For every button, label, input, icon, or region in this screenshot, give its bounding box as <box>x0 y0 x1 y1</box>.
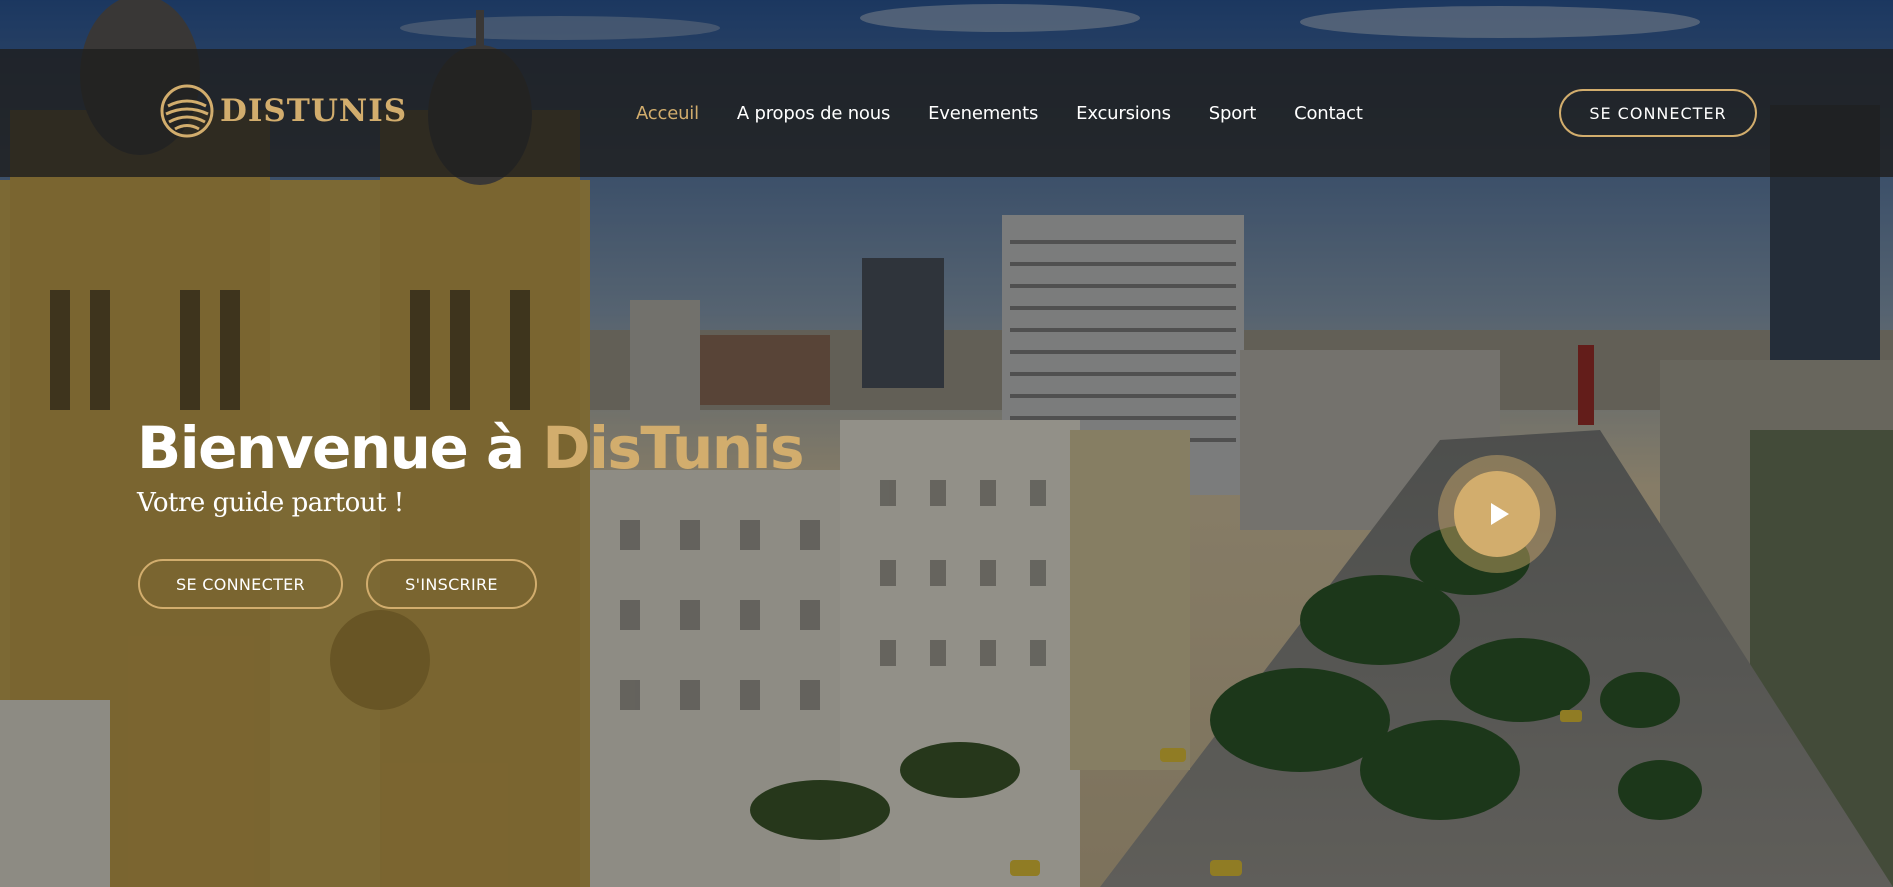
hero-title-accent: DisTunis <box>542 414 804 482</box>
play-icon <box>1491 503 1509 525</box>
brand-name: DISTUNIS <box>220 93 408 129</box>
main-nav: Acceuil A propos de nous Evenements Excu… <box>636 49 1401 177</box>
play-button-circle[interactable] <box>1454 471 1540 557</box>
hero-register-button[interactable]: S'INSCRIRE <box>366 559 537 609</box>
nav-item-contact[interactable]: Contact <box>1294 103 1363 124</box>
nav-item-a-propos[interactable]: A propos de nous <box>737 103 890 124</box>
nav-item-acceuil[interactable]: Acceuil <box>636 103 699 124</box>
logo-mark-icon <box>160 84 214 138</box>
nav-item-sport[interactable]: Sport <box>1209 103 1257 124</box>
nav-item-excursions[interactable]: Excursions <box>1076 103 1171 124</box>
video-play-button[interactable] <box>1438 455 1556 573</box>
hero-subtitle: Votre guide partout ! <box>137 488 404 518</box>
top-navbar: DISTUNIS Acceuil A propos de nous Evenem… <box>0 49 1893 177</box>
hero-login-button[interactable]: SE CONNECTER <box>138 559 343 609</box>
header-login-button[interactable]: SE CONNECTER <box>1559 89 1757 137</box>
hero-title: Bienvenue à DisTunis <box>137 414 805 482</box>
brand-logo[interactable]: DISTUNIS <box>160 84 407 138</box>
nav-item-evenements[interactable]: Evenements <box>928 103 1038 124</box>
hero-title-prefix: Bienvenue à <box>137 414 543 482</box>
